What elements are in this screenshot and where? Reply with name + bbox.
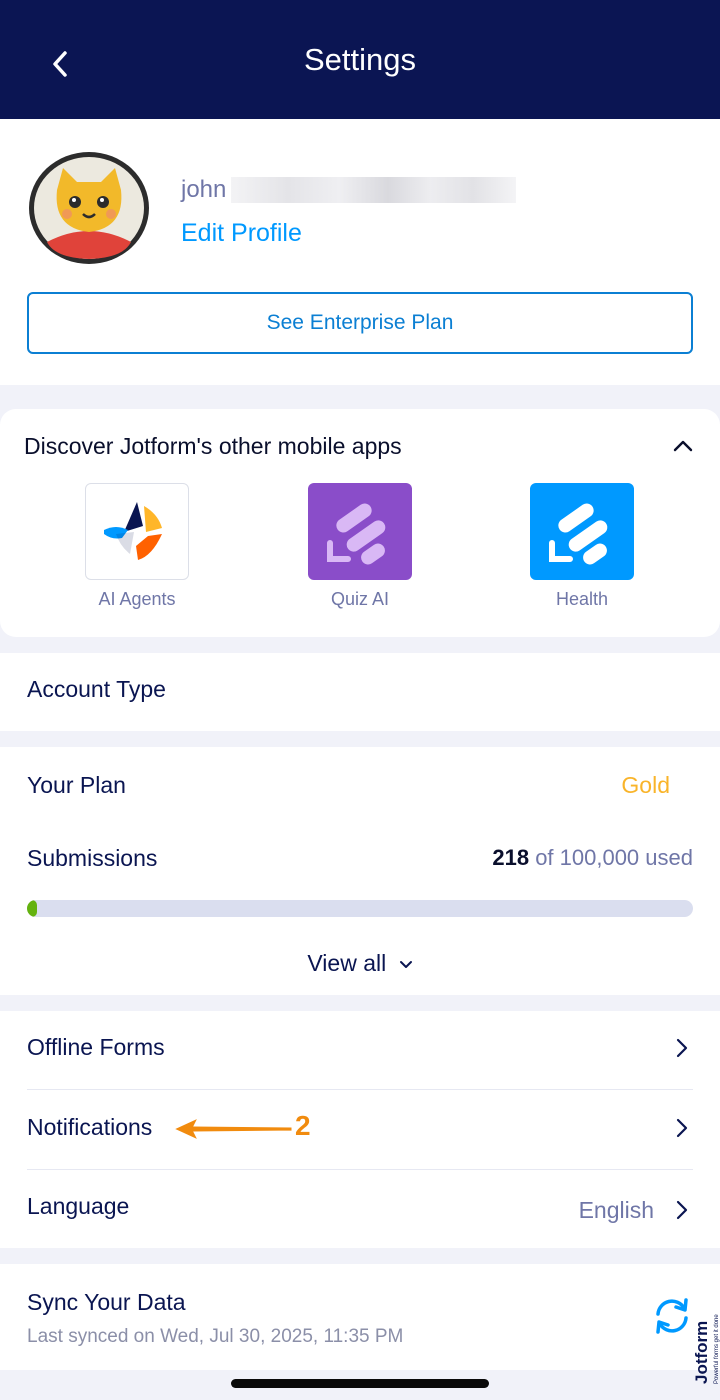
app-label-quiz-ai: Quiz AI: [330, 589, 390, 609]
app-label-ai-agents: AI Agents: [98, 589, 176, 609]
notifications-label: Notifications: [27, 1114, 153, 1140]
chevron-down-icon: [399, 961, 412, 969]
app-ai-agents[interactable]: AI Agents: [47, 483, 227, 623]
app-label-health: Health: [555, 589, 609, 609]
plan-value: Gold: [621, 772, 670, 798]
offline-forms-label: Offline Forms: [27, 1034, 165, 1060]
annotation-arrow: [172, 1116, 293, 1142]
account-type-label: Account Type: [27, 676, 166, 702]
account-type-row[interactable]: Account Type: [0, 653, 720, 731]
redacted-email: [231, 177, 516, 203]
submissions-count: 218 of 100,000 used: [492, 845, 693, 871]
avatar[interactable]: [27, 150, 151, 266]
submissions-used: 218: [492, 845, 530, 870]
divider: [27, 1089, 693, 1090]
brand-tagline: Powerful forms get it done: [714, 1314, 720, 1384]
collapse-button[interactable]: [666, 429, 700, 463]
view-all-label: View all: [307, 950, 387, 976]
annotation-step-number: 2: [295, 1110, 311, 1141]
settings-list: Offline Forms Notifications Language Eng…: [0, 1011, 720, 1248]
header-bar: Settings: [0, 0, 720, 119]
language-value: English: [578, 1197, 654, 1223]
submissions-label: Submissions: [27, 845, 158, 871]
jotform-watermark: Jotform Powerful forms get it done: [692, 1288, 720, 1384]
sync-icon: [656, 1298, 688, 1334]
health-icon: [530, 483, 634, 580]
quiz-ai-icon: [308, 483, 412, 580]
chevron-right-icon: [670, 1033, 694, 1063]
discover-title: Discover Jotform's other mobile apps: [24, 433, 402, 459]
username: john: [181, 176, 227, 203]
submissions-total: of 100,000 used: [535, 845, 693, 870]
app-health[interactable]: Health: [492, 483, 672, 623]
sync-card: Sync Your Data Last synced on Wed, Jul 3…: [0, 1264, 720, 1370]
divider: [27, 1169, 693, 1170]
progress-fill: [27, 900, 37, 917]
edit-profile-link[interactable]: Edit Profile: [181, 219, 302, 248]
submissions-progress-bar: [27, 900, 693, 917]
sync-button[interactable]: [650, 1294, 694, 1338]
chevron-right-icon: [670, 1113, 694, 1143]
plan-label: Your Plan: [27, 772, 126, 798]
notifications-row[interactable]: Notifications: [0, 1091, 720, 1171]
last-synced-text: Last synced on Wed, Jul 30, 2025, 11:35 …: [27, 1326, 404, 1347]
ai-agents-icon: [85, 483, 189, 580]
plan-card: Your Plan Gold Submissions 218 of 100,00…: [0, 747, 720, 995]
chevron-right-icon: [670, 1195, 694, 1225]
page-title: Settings: [303, 42, 416, 77]
view-all-button[interactable]: View all: [0, 950, 720, 977]
sync-title: Sync Your Data: [27, 1289, 186, 1315]
language-label: Language: [27, 1193, 130, 1219]
language-row[interactable]: Language English: [0, 1171, 720, 1251]
home-indicator: [231, 1379, 489, 1388]
app-quiz-ai[interactable]: Quiz AI: [270, 483, 450, 623]
discover-apps-card: Discover Jotform's other mobile apps AI …: [0, 409, 720, 637]
profile-card: john Edit Profile See Enterprise Plan: [0, 119, 720, 385]
see-enterprise-plan-button[interactable]: See Enterprise Plan: [27, 292, 693, 354]
offline-forms-row[interactable]: Offline Forms: [0, 1011, 720, 1091]
chevron-up-icon: [673, 440, 693, 452]
